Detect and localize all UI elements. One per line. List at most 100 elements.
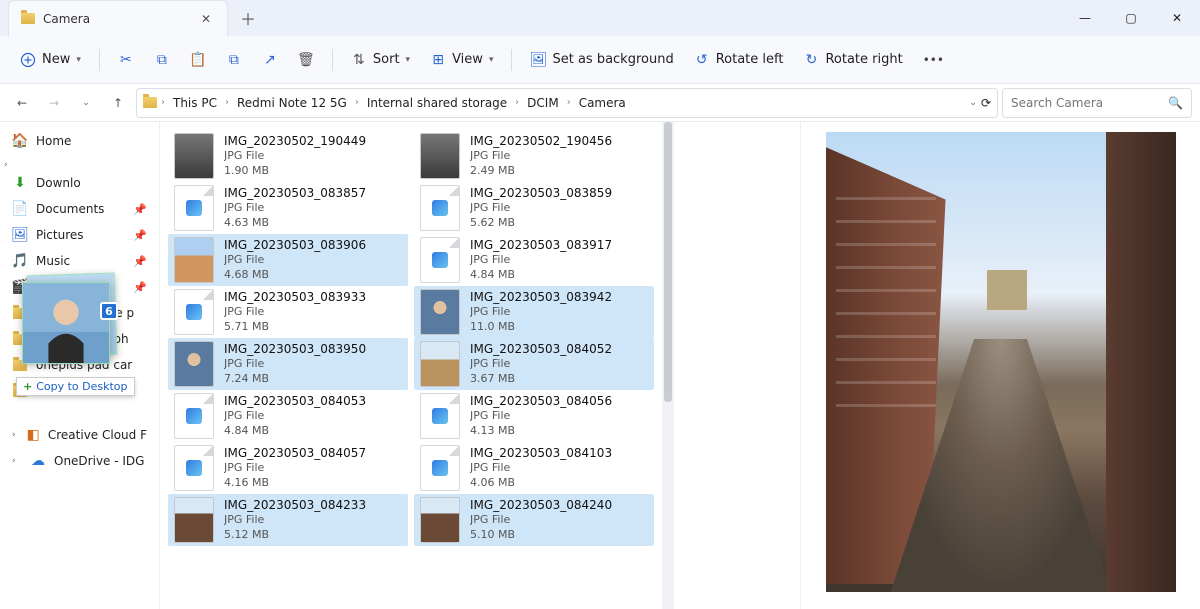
forward-button[interactable]: → — [40, 89, 68, 117]
file-item[interactable]: IMG_20230502_190456 JPG File 2.49 MB — [414, 130, 654, 182]
file-meta: IMG_20230503_083906 JPG File 4.68 MB — [224, 237, 366, 283]
breadcrumb-camera[interactable]: Camera — [575, 94, 630, 112]
breadcrumb-dcim[interactable]: DCIM — [523, 94, 563, 112]
file-meta: IMG_20230503_083857 JPG File 4.63 MB — [224, 185, 366, 231]
set-background-button[interactable]: 🖼 Set as background — [520, 46, 683, 74]
sidebar-item[interactable]: 🎬 Videos 📌 — [0, 274, 159, 300]
trash-icon: 🗑 — [298, 52, 314, 68]
file-type: JPG File — [224, 357, 366, 372]
sidebar-item[interactable]: 🎵 Music 📌 — [0, 248, 159, 274]
refresh-button[interactable]: ⟳ — [981, 96, 991, 110]
scroll-thumb[interactable] — [664, 122, 672, 402]
file-name: IMG_20230503_084052 — [470, 341, 612, 357]
sort-button[interactable]: ⇅ Sort ▾ — [341, 46, 420, 74]
sidebar-item[interactable]: › ☁ OneDrive - IDG — [0, 448, 159, 474]
body-area: 🏠 Home › ⬇ Downlo 📄 Documents 📌🖼 Picture… — [0, 122, 1200, 609]
breadcrumb-device[interactable]: Redmi Note 12 5G — [233, 94, 351, 112]
sidebar-item[interactable]: Screenshots — [0, 378, 159, 404]
file-item[interactable]: IMG_20230503_084233 JPG File 5.12 MB — [168, 494, 408, 546]
file-type: JPG File — [224, 253, 366, 268]
file-item[interactable]: IMG_20230503_083857 JPG File 4.63 MB — [168, 182, 408, 234]
sidebar-item-label: Creative Cloud F — [48, 428, 147, 442]
file-thumbnail — [174, 445, 214, 491]
file-item[interactable]: IMG_20230503_084057 JPG File 4.16 MB — [168, 442, 408, 494]
file-item[interactable]: IMG_20230503_083917 JPG File 4.84 MB — [414, 234, 654, 286]
file-item[interactable]: IMG_20230503_084240 JPG File 5.10 MB — [414, 494, 654, 546]
file-type: JPG File — [470, 409, 612, 424]
new-button[interactable]: New ▾ — [10, 46, 91, 74]
file-name: IMG_20230503_084053 — [224, 393, 366, 409]
share-button[interactable]: ↗ — [252, 46, 288, 74]
sidebar-item-label: Home — [36, 134, 71, 148]
rotate-left-icon: ↺ — [694, 52, 710, 68]
sidebar-item[interactable]: ⬇ Downlo — [0, 170, 159, 196]
paste-button[interactable]: 📋 — [180, 46, 216, 74]
file-type: JPG File — [224, 305, 366, 320]
address-dropdown[interactable]: ⌄ — [969, 98, 977, 108]
recent-dropdown[interactable]: ⌄ — [72, 89, 100, 117]
rotate-right-label: Rotate right — [825, 52, 902, 67]
paste-icon: 📋 — [190, 52, 206, 68]
file-item[interactable]: IMG_20230503_084056 JPG File 4.13 MB — [414, 390, 654, 442]
file-thumbnail — [174, 497, 214, 543]
up-button[interactable]: ↑ — [104, 89, 132, 117]
wallpaper-icon: 🖼 — [530, 52, 546, 68]
file-size: 4.16 MB — [224, 476, 366, 491]
sidebar-item-home[interactable]: 🏠 Home — [0, 128, 159, 154]
sidebar-item[interactable]: oneplus pad ph — [0, 326, 159, 352]
sidebar-item[interactable]: › ◧ Creative Cloud F — [0, 422, 159, 448]
file-item[interactable]: IMG_20230503_083950 JPG File 7.24 MB — [168, 338, 408, 390]
file-item[interactable]: IMG_20230503_083942 JPG File 11.0 MB — [414, 286, 654, 338]
nav-row: ← → ⌄ ↑ › This PC › Redmi Note 12 5G › I… — [0, 84, 1200, 122]
pin-icon: 📌 — [133, 203, 147, 216]
maximize-button[interactable]: ▢ — [1108, 0, 1154, 36]
file-item[interactable]: IMG_20230503_083859 JPG File 5.62 MB — [414, 182, 654, 234]
sidebar-item[interactable]: 📄 Documents 📌 — [0, 196, 159, 222]
rotate-right-button[interactable]: ↻ Rotate right — [793, 46, 912, 74]
delete-button[interactable]: 🗑 — [288, 46, 324, 74]
tab-camera[interactable]: Camera ✕ — [8, 0, 228, 36]
file-item[interactable]: IMG_20230502_190449 JPG File 1.90 MB — [168, 130, 408, 182]
file-item[interactable]: IMG_20230503_083906 JPG File 4.68 MB — [168, 234, 408, 286]
view-button[interactable]: ⊞ View ▾ — [420, 46, 503, 74]
toolbar: New ▾ ✂ ⧉ 📋 ⧉ ↗ 🗑 ⇅ Sort ▾ ⊞ View ▾ 🖼 Se… — [0, 36, 1200, 84]
sidebar-item[interactable]: kobo elipsa 2e p — [0, 300, 159, 326]
cut-icon: ✂ — [118, 52, 134, 68]
new-tab-button[interactable]: ＋ — [228, 6, 268, 30]
file-type: JPG File — [224, 409, 366, 424]
minimize-button[interactable]: — — [1062, 0, 1108, 36]
file-item[interactable]: IMG_20230503_083933 JPG File 5.71 MB — [168, 286, 408, 338]
rotate-left-button[interactable]: ↺ Rotate left — [684, 46, 794, 74]
file-meta: IMG_20230503_084053 JPG File 4.84 MB — [224, 393, 366, 439]
file-thumbnail — [420, 497, 460, 543]
close-window-button[interactable]: ✕ — [1154, 0, 1200, 36]
search-box[interactable]: 🔍 — [1002, 88, 1192, 118]
onedrive-icon: ☁ — [30, 453, 46, 469]
file-type: JPG File — [224, 149, 366, 164]
file-size: 5.12 MB — [224, 528, 366, 543]
file-item[interactable]: IMG_20230503_084053 JPG File 4.84 MB — [168, 390, 408, 442]
separator — [99, 49, 100, 71]
breadcrumb-storage[interactable]: Internal shared storage — [363, 94, 511, 112]
sidebar-item[interactable]: 🖼 Pictures 📌 — [0, 222, 159, 248]
tab-close-button[interactable]: ✕ — [197, 8, 215, 30]
search-input[interactable] — [1011, 96, 1162, 110]
sidebar-item[interactable]: oneplus pad car — [0, 352, 159, 378]
chevron-down-icon: ▾ — [489, 55, 494, 65]
cut-button[interactable]: ✂ — [108, 46, 144, 74]
more-button[interactable]: ••• — [913, 47, 954, 73]
address-bar[interactable]: › This PC › Redmi Note 12 5G › Internal … — [136, 88, 998, 118]
file-item[interactable]: IMG_20230503_084052 JPG File 3.67 MB — [414, 338, 654, 390]
copy-button[interactable]: ⧉ — [144, 46, 180, 74]
file-item[interactable]: IMG_20230503_084103 JPG File 4.06 MB — [414, 442, 654, 494]
chevron-right-icon: › — [567, 97, 571, 108]
file-thumbnail — [420, 393, 460, 439]
rename-button[interactable]: ⧉ — [216, 46, 252, 74]
file-name: IMG_20230503_083942 — [470, 289, 612, 305]
back-button[interactable]: ← — [8, 89, 36, 117]
file-thumbnail — [420, 237, 460, 283]
sidebar-expander[interactable]: › — [0, 160, 159, 170]
chevron-right-icon: › — [225, 97, 229, 108]
breadcrumb-this-pc[interactable]: This PC — [169, 94, 221, 112]
vertical-scrollbar[interactable] — [662, 122, 674, 609]
